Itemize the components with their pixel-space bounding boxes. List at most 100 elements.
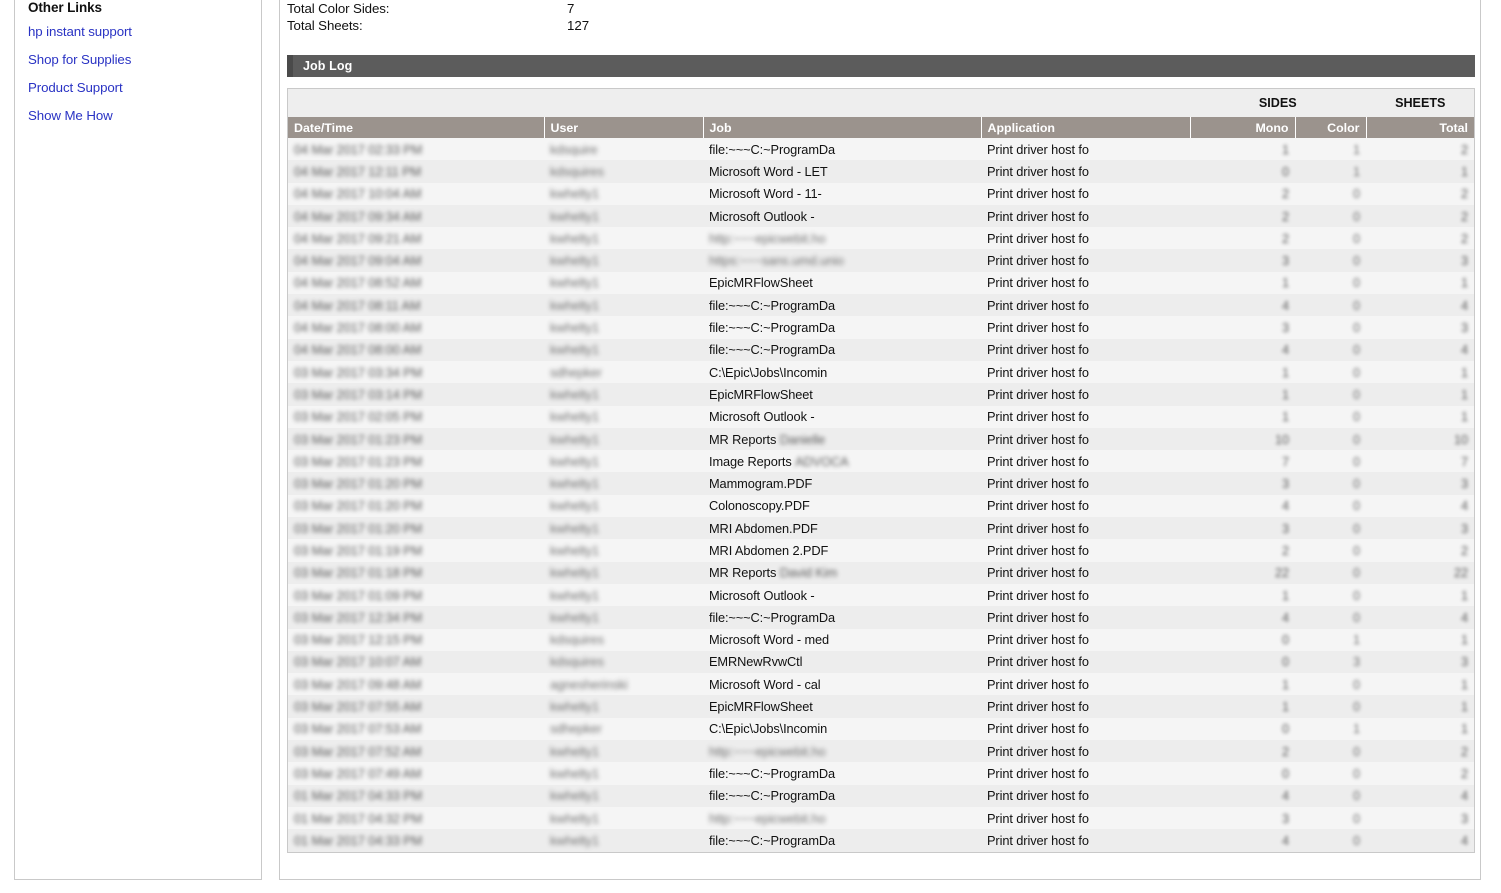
column-header-color[interactable]: Color <box>1295 117 1367 138</box>
cell-mono: 3 <box>1190 316 1295 339</box>
table-row[interactable]: 03 Mar 2017 01:18 PM kwhelty1 MR Reports D… <box>288 561 1474 584</box>
cell-user: kwhelty1 <box>544 539 703 562</box>
cell-datetime: 03 Mar 2017 07:55 AM <box>288 695 544 718</box>
table-row[interactable]: 03 Mar 2017 07:49 AM kwhelty1 file:~~~C:~P… <box>288 762 1474 785</box>
cell-user-redacted: kwhelty1 <box>550 253 599 269</box>
cell-mono: 0 <box>1190 717 1295 741</box>
cell-user: sdhepker <box>544 360 703 384</box>
sidebar-item-product-support[interactable]: Product Support <box>28 79 261 97</box>
cell-color-redacted: 0 <box>1352 275 1361 291</box>
table-row[interactable]: 04 Mar 2017 08:52 AM kwhelty1 EpicMRFlowSh… <box>288 271 1474 295</box>
cell-mono: 1 <box>1190 405 1295 428</box>
cell-datetime-redacted: 03 Mar 2017 01:20 PM <box>294 520 423 536</box>
column-header-job[interactable]: Job <box>703 117 982 138</box>
cell-application: Print driver host fo <box>981 227 1190 250</box>
cell-total: 4 <box>1366 784 1474 807</box>
table-row[interactable]: 03 Mar 2017 03:34 PM sdhepker C:\Epic\Jobs… <box>288 360 1474 384</box>
cell-total-redacted: 3 <box>1460 476 1469 492</box>
table-row[interactable]: 04 Mar 2017 12:11 PM kdsquires Microsoft W… <box>288 160 1474 183</box>
table-row[interactable]: 03 Mar 2017 03:14 PM kwhelty1 EpicMRFlowSh… <box>288 383 1474 406</box>
cell-user: kwhelty1 <box>544 294 703 317</box>
table-row[interactable]: 03 Mar 2017 10:07 AM kdsquires EMRNewRvwCt… <box>288 650 1474 674</box>
column-header-total[interactable]: Total <box>1366 117 1474 138</box>
table-row[interactable]: 03 Mar 2017 01:20 PM kwhelty1 Colonoscopy.… <box>288 494 1474 518</box>
table-row[interactable]: 04 Mar 2017 09:04 AM kwhelty1 https:~~~san… <box>288 249 1474 272</box>
table-row[interactable]: 03 Mar 2017 07:53 AM sdhepker C:\Epic\Jobs… <box>288 717 1474 741</box>
table-row[interactable]: 03 Mar 2017 01:20 PM kwhelty1 Mammogram.PD… <box>288 472 1474 495</box>
cell-mono: 4 <box>1190 829 1295 852</box>
sidebar-link-product-support[interactable]: Product Support <box>28 80 123 95</box>
cell-mono-redacted: 22 <box>1274 565 1289 581</box>
table-row[interactable]: 03 Mar 2017 07:52 AM kwhelty1 http:~~~epic… <box>288 740 1474 763</box>
table-row[interactable]: 03 Mar 2017 12:15 PM kdsquires Microsoft W… <box>288 628 1474 651</box>
cell-total: 4 <box>1366 494 1474 518</box>
table-row[interactable]: 03 Mar 2017 01:23 PM kwhelty1 Image Report… <box>288 450 1474 473</box>
cell-total-redacted: 3 <box>1460 520 1469 536</box>
sidebar-item-show-me-how[interactable]: Show Me How <box>28 107 261 125</box>
cell-user: kdsquires <box>544 650 703 674</box>
sidebar-link-shop-for-supplies[interactable]: Shop for Supplies <box>28 52 131 67</box>
table-row[interactable]: 03 Mar 2017 07:55 AM kwhelty1 EpicMRFlowSh… <box>288 695 1474 718</box>
sidebar-link-show-me-how[interactable]: Show Me How <box>28 108 113 123</box>
cell-color-redacted: 0 <box>1352 230 1361 246</box>
cell-mono-redacted: 1 <box>1281 275 1289 291</box>
cell-total-redacted: 4 <box>1460 788 1469 804</box>
cell-mono-redacted: 4 <box>1281 342 1289 358</box>
cell-mono: 4 <box>1190 338 1295 361</box>
column-header-user[interactable]: User <box>544 117 704 138</box>
cell-color-redacted: 1 <box>1352 632 1361 648</box>
table-row[interactable]: 04 Mar 2017 08:00 AM kwhelty1 file:~~~C:~P… <box>288 338 1474 361</box>
table-row[interactable]: 04 Mar 2017 10:04 AM kwhelty1 Microsoft Wo… <box>288 182 1474 205</box>
cell-user-redacted: kwhelty1 <box>550 297 599 313</box>
table-row[interactable]: 04 Mar 2017 09:21 AM kwhelty1 http:~~~epic… <box>288 227 1474 250</box>
table-row[interactable]: 03 Mar 2017 01:23 PM kwhelty1 MR Reports D… <box>288 427 1474 451</box>
cell-color: 0 <box>1295 383 1367 406</box>
table-row[interactable]: 01 Mar 2017 04:33 PM kwhelty1 file:~~~C:~P… <box>288 829 1474 852</box>
column-header-application[interactable]: Application <box>981 117 1191 138</box>
cell-job-name-redacted: David Kim <box>779 565 838 581</box>
table-row[interactable]: 03 Mar 2017 02:05 PM kwhelty1 Microsoft Ou… <box>288 405 1474 428</box>
cell-color-redacted: 1 <box>1352 163 1361 179</box>
sidebar: Other Links hp instant support Shop for … <box>14 0 262 880</box>
cell-color: 0 <box>1295 583 1367 607</box>
table-row[interactable]: 03 Mar 2017 01:19 PM kwhelty1 MRI Abdomen … <box>288 539 1474 562</box>
cell-color-redacted: 0 <box>1352 743 1361 759</box>
sidebar-link-hp-instant-support[interactable]: hp instant support <box>28 24 132 39</box>
cell-total-redacted: 4 <box>1460 297 1469 313</box>
sidebar-link-list: hp instant support Shop for Supplies Pro… <box>28 23 261 125</box>
cell-total: 3 <box>1366 472 1474 495</box>
table-row[interactable]: 03 Mar 2017 01:20 PM kwhelty1 MRI Abdomen.… <box>288 517 1474 540</box>
cell-user-redacted: kwhelty1 <box>550 431 599 447</box>
cell-total: 4 <box>1366 294 1474 317</box>
cell-datetime: 03 Mar 2017 01:20 PM <box>288 494 544 518</box>
table-row[interactable]: 03 Mar 2017 09:48 AM agnesherinski Microso… <box>288 673 1474 696</box>
cell-application: Print driver host fo <box>981 472 1190 495</box>
cell-job: https:~~~sans.umd.unio <box>703 249 981 272</box>
cell-user-redacted: kwhelty1 <box>550 810 599 826</box>
table-row[interactable]: 04 Mar 2017 02:33 PM kdsquire file:~~~C:~P… <box>288 138 1474 161</box>
table-row[interactable]: 03 Mar 2017 12:34 PM kwhelty1 file:~~~C:~P… <box>288 606 1474 629</box>
summary-row-total-sheets: Total Sheets: 127 <box>287 17 987 34</box>
cell-job: http:~~~epicwebit.ho <box>703 740 981 763</box>
cell-color: 0 <box>1295 784 1367 807</box>
table-row[interactable]: 01 Mar 2017 04:33 PM kwhelty1 file:~~~C:~P… <box>288 784 1474 807</box>
cell-mono-redacted: 3 <box>1281 810 1289 826</box>
cell-mono-redacted: 0 <box>1281 765 1289 781</box>
table-row[interactable]: 04 Mar 2017 08:00 AM kwhelty1 file:~~~C:~P… <box>288 316 1474 339</box>
column-header-mono[interactable]: Mono <box>1190 117 1296 138</box>
table-row[interactable]: 03 Mar 2017 01:09 PM kwhelty1 Microsoft Ou… <box>288 583 1474 607</box>
cell-user: kwhelty1 <box>544 204 703 228</box>
cell-application: Print driver host fo <box>981 494 1190 518</box>
table-row[interactable]: 04 Mar 2017 08:11 AM kwhelty1 file:~~~C:~P… <box>288 294 1474 317</box>
cell-color-redacted: 0 <box>1352 453 1361 469</box>
table-row[interactable]: 01 Mar 2017 04:32 PM kwhelty1 http:~~~epic… <box>288 806 1474 830</box>
group-header-blank <box>288 89 1190 117</box>
column-header-datetime[interactable]: Date/Time <box>288 117 545 138</box>
summary-value-total-color-sides: 7 <box>567 1 575 16</box>
cell-mono: 2 <box>1190 539 1295 562</box>
cell-job: Colonoscopy.PDF <box>703 494 981 518</box>
sidebar-item-hp-instant-support[interactable]: hp instant support <box>28 23 261 41</box>
cell-datetime: 04 Mar 2017 09:04 AM <box>288 249 544 272</box>
table-row[interactable]: 04 Mar 2017 09:34 AM kwhelty1 Microsoft Ou… <box>288 204 1474 228</box>
sidebar-item-shop-for-supplies[interactable]: Shop for Supplies <box>28 51 261 69</box>
